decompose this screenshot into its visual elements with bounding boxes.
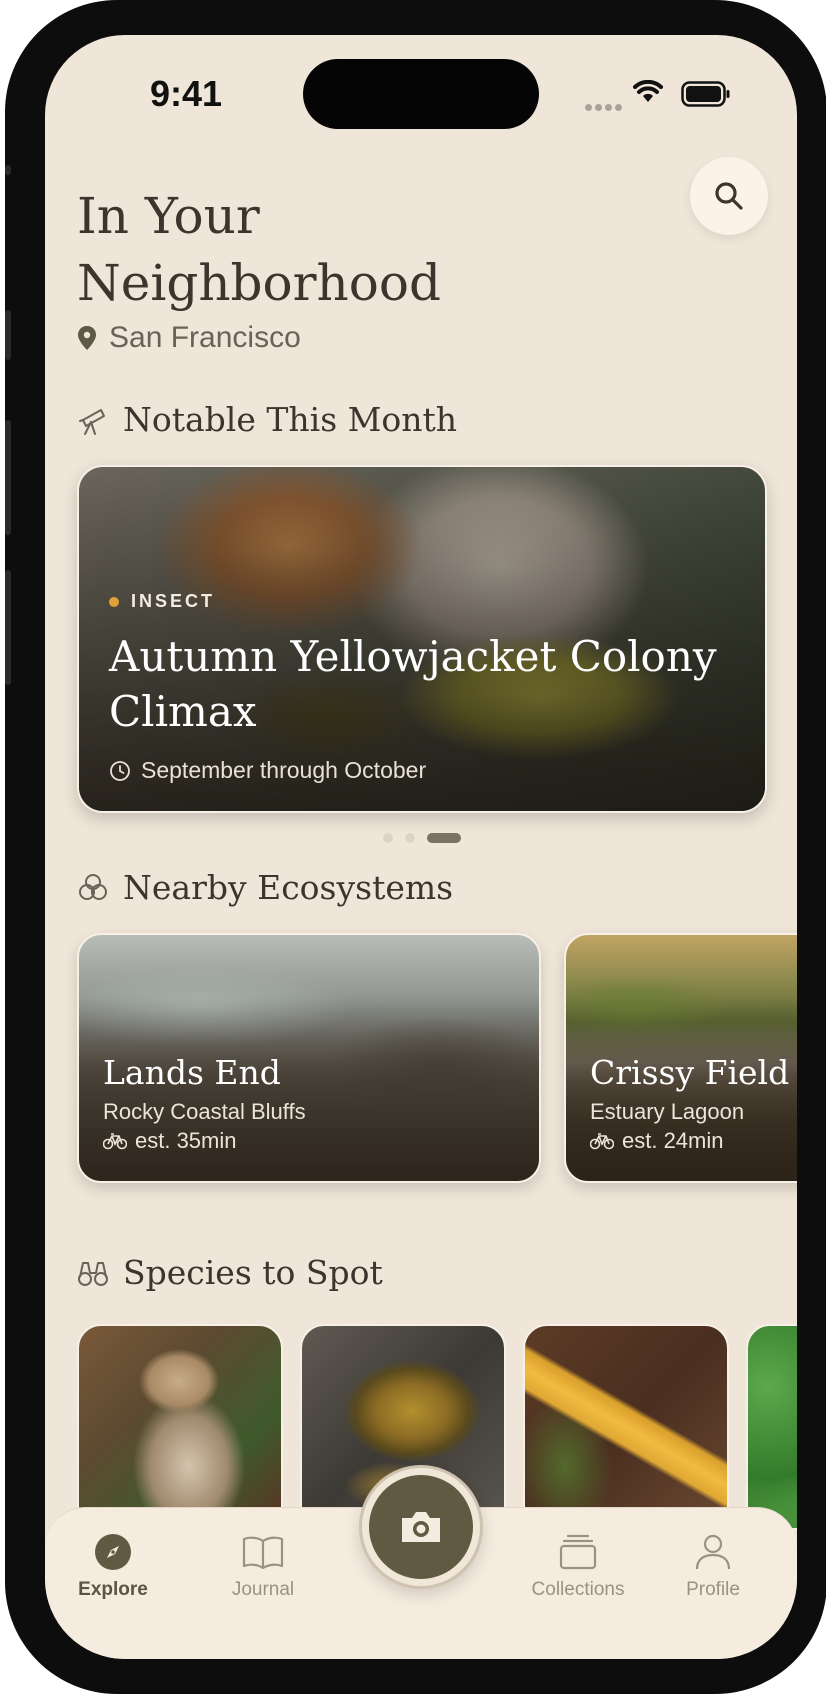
page-title: In Your Neighborhood (77, 187, 441, 312)
featured-title: Autumn Yellowjacket Colony Climax (109, 632, 717, 736)
ecosystem-card[interactable]: Crissy Field M Estuary Lagoon est. 24min (564, 933, 797, 1183)
species-card-banana-slug[interactable] (523, 1324, 729, 1530)
device-action-button (5, 310, 11, 360)
location-label[interactable]: San Francisco (77, 321, 301, 355)
ecosystem-travel-time: est. 24min (590, 1128, 724, 1154)
ecosystem-time-text: est. 24min (622, 1128, 724, 1153)
tab-journal[interactable]: Journal (203, 1533, 323, 1601)
featured-period-text: September through October (141, 757, 427, 783)
section-ecosystems-title: Nearby Ecosystems (123, 868, 454, 907)
person-icon (695, 1534, 731, 1570)
status-time: 9:41 (150, 73, 223, 114)
tab-explore-label: Explore (78, 1579, 148, 1600)
camera-button-inner (369, 1475, 473, 1579)
compass-icon (95, 1534, 131, 1570)
app-screen: 9:41 In Your Neighborhood San Francisco … (45, 35, 797, 1659)
tab-profile[interactable]: Profile (653, 1533, 773, 1601)
clock-icon (110, 760, 130, 781)
tab-collections[interactable]: Collections (503, 1533, 653, 1601)
species-card-clover[interactable] (746, 1324, 797, 1530)
book-icon (242, 1536, 284, 1570)
device-volume-down-button (5, 570, 11, 685)
pager-dot[interactable] (383, 833, 393, 843)
tab-journal-label: Journal (231, 1579, 295, 1600)
dynamic-island (303, 59, 539, 129)
device-volume-up-button (5, 420, 11, 535)
ecosystem-travel-time: est. 35min (103, 1128, 237, 1154)
rings-icon (79, 873, 107, 900)
device-frame: 9:41 In Your Neighborhood San Francisco … (5, 0, 826, 1694)
search-icon (715, 182, 743, 210)
section-notable-heading: Notable This Month (77, 400, 457, 439)
species-card-bobcat[interactable] (77, 1324, 283, 1530)
bicycle-icon (590, 1133, 614, 1150)
location-text: San Francisco (109, 321, 301, 354)
section-ecosystems-heading: Nearby Ecosystems (77, 868, 453, 907)
binoculars-icon (78, 1261, 108, 1286)
bicycle-icon (103, 1133, 127, 1150)
pager-dot-active[interactable] (427, 833, 461, 843)
featured-category-text: INSECT (131, 591, 216, 611)
device-side-button (5, 165, 11, 175)
signal-icon (585, 98, 625, 116)
ecosystem-name: Crissy Field M (590, 1053, 797, 1092)
section-species-title: Species to Spot (123, 1253, 383, 1292)
ecosystem-type: Estuary Lagoon (590, 1099, 745, 1124)
tab-explore[interactable]: Explore (53, 1533, 173, 1601)
pager-dot[interactable] (405, 833, 415, 843)
status-bar: 9:41 (45, 35, 797, 155)
featured-period: September through October (109, 757, 426, 784)
camera-icon (402, 1512, 440, 1542)
ecosystem-card[interactable]: Lands End Rocky Coastal Bluffs est. 35mi… (77, 933, 541, 1183)
category-dot-icon (109, 596, 119, 607)
search-button[interactable] (690, 157, 768, 235)
collections-icon (559, 1534, 597, 1570)
telescope-icon (79, 408, 105, 435)
ecosystem-type: Rocky Coastal Bluffs (103, 1099, 306, 1124)
location-pin-icon (78, 326, 96, 350)
ecosystem-time-text: est. 35min (135, 1128, 237, 1153)
tab-profile-label: Profile (686, 1579, 740, 1600)
carousel-pager[interactable] (383, 833, 473, 843)
wifi-icon (633, 80, 663, 102)
featured-card[interactable]: INSECT Autumn Yellowjacket Colony Climax… (77, 465, 767, 813)
section-species-heading: Species to Spot (77, 1253, 383, 1292)
section-notable-title: Notable This Month (123, 400, 458, 439)
camera-button[interactable] (359, 1465, 483, 1589)
featured-category-tag: INSECT (109, 591, 215, 612)
tab-collections-label: Collections (531, 1579, 625, 1600)
ecosystem-name: Lands End (103, 1053, 281, 1092)
battery-icon (681, 81, 730, 107)
